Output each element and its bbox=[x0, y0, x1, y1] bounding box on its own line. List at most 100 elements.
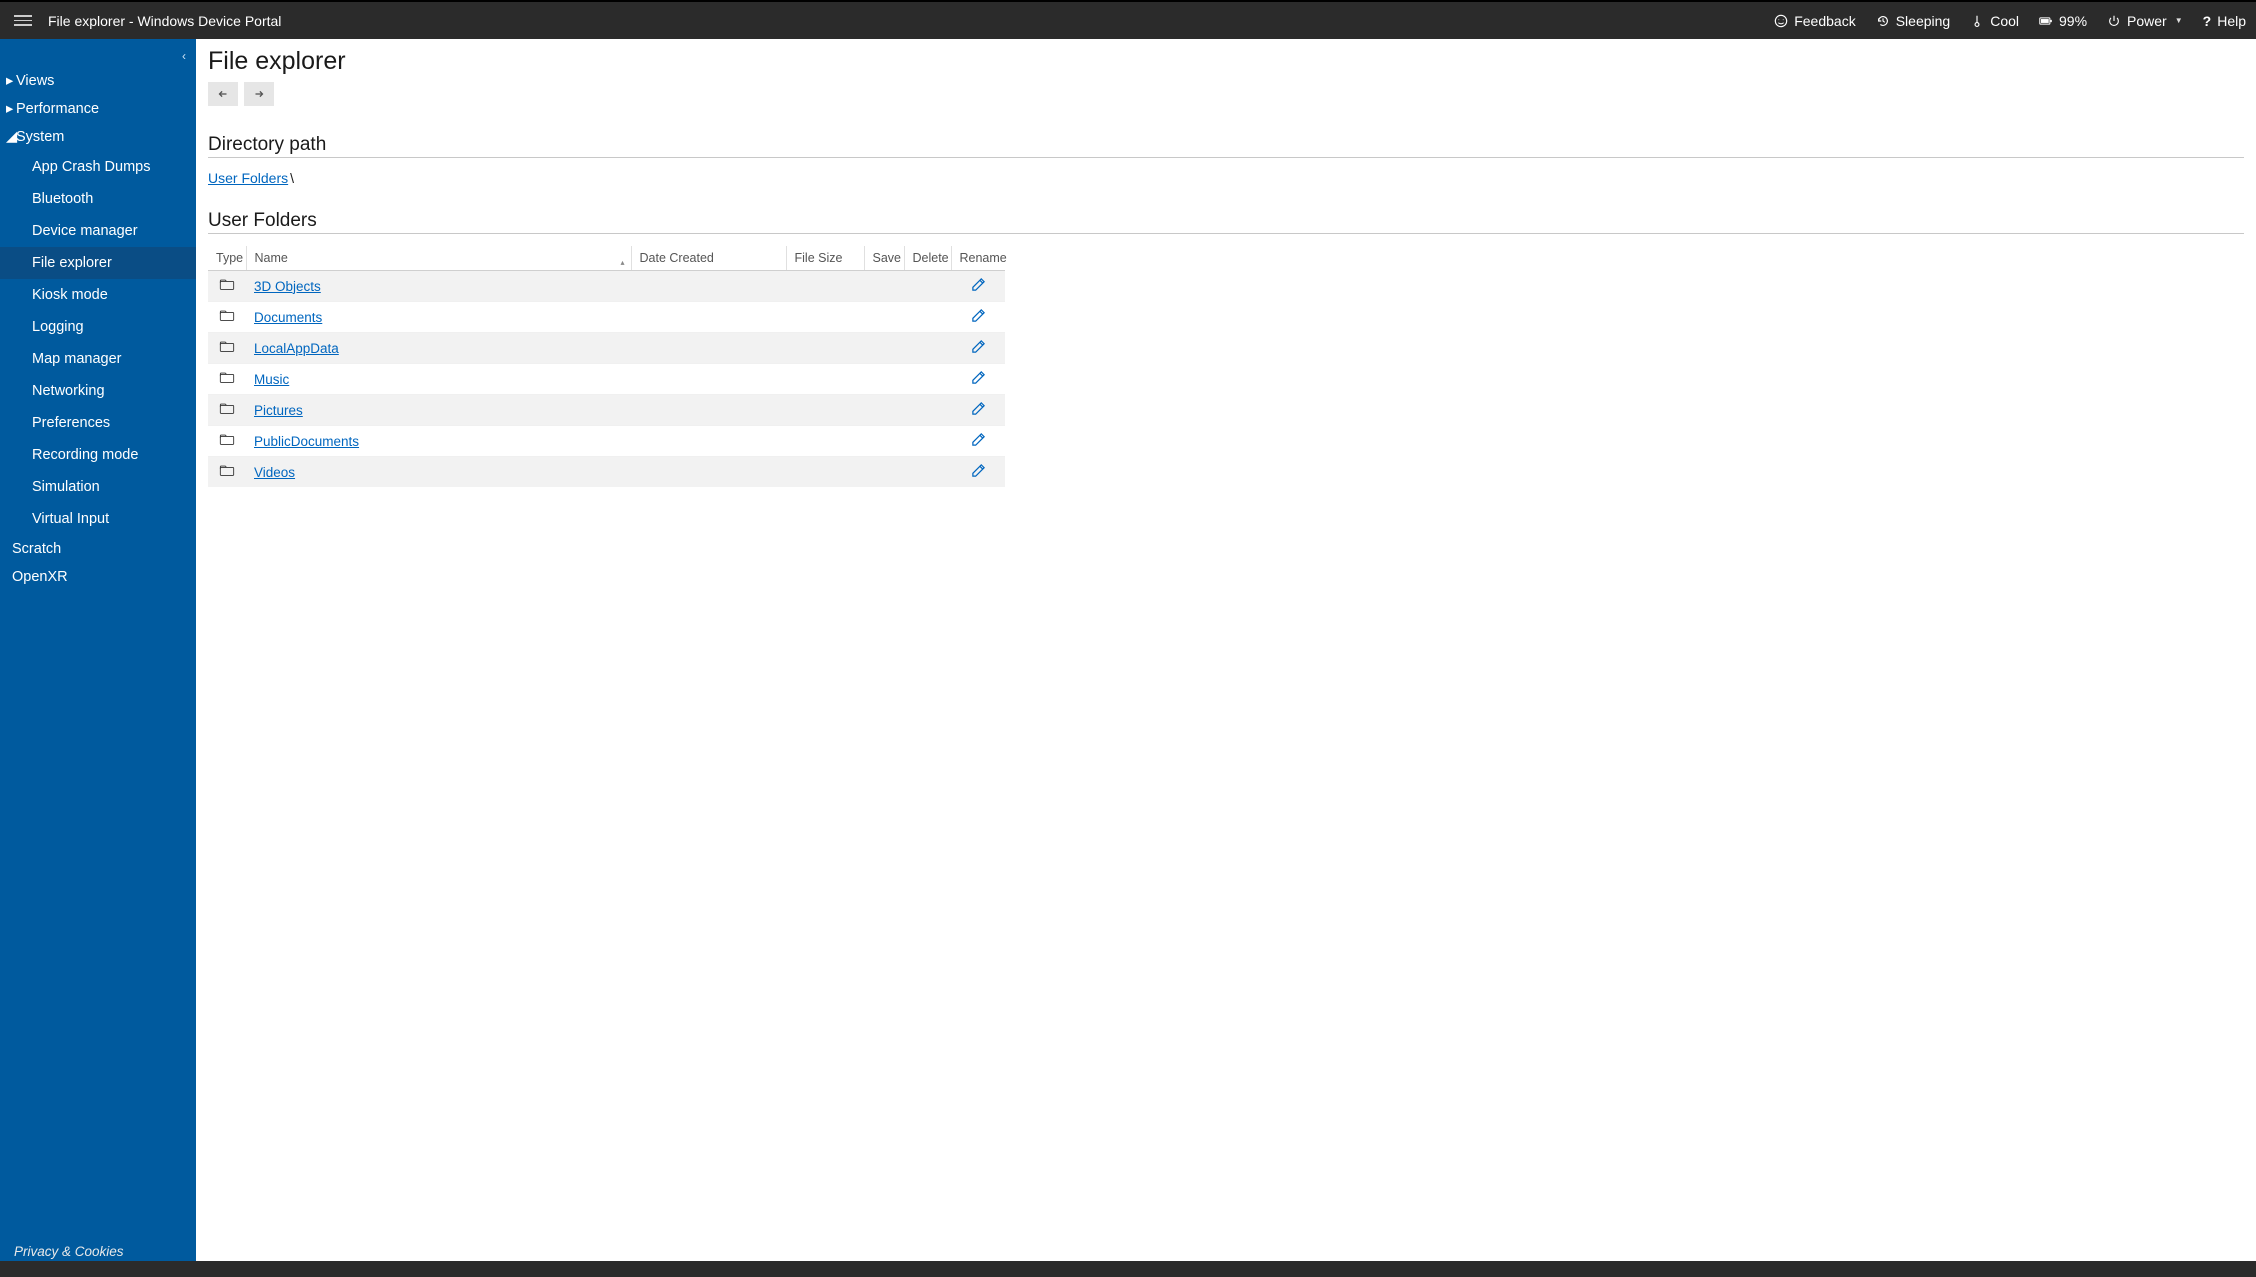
date-cell bbox=[631, 395, 786, 426]
edit-icon[interactable] bbox=[971, 404, 986, 419]
edit-icon[interactable] bbox=[971, 466, 986, 481]
name-cell: Documents bbox=[246, 302, 631, 333]
power-menu[interactable]: Power ▼ bbox=[2107, 13, 2183, 29]
sidebar-label: OpenXR bbox=[12, 569, 68, 585]
temperature-label: Cool bbox=[1990, 13, 2019, 29]
date-cell bbox=[631, 302, 786, 333]
edit-icon[interactable] bbox=[971, 342, 986, 357]
sidebar-item-kiosk-mode[interactable]: Kiosk mode bbox=[0, 279, 196, 311]
sidebar-label: Recording mode bbox=[32, 447, 138, 463]
nav-forward-button[interactable] bbox=[244, 82, 274, 106]
table-row: LocalAppData bbox=[208, 333, 1005, 364]
col-type[interactable]: Type bbox=[208, 246, 246, 271]
sidebar-label: Simulation bbox=[32, 479, 100, 495]
date-cell bbox=[631, 457, 786, 488]
sidebar-label: Virtual Input bbox=[32, 511, 109, 527]
sidebar-item-performance[interactable]: ▸Performance bbox=[0, 95, 196, 123]
sidebar-item-views[interactable]: ▸Views bbox=[0, 67, 196, 95]
col-save[interactable]: Save bbox=[864, 246, 904, 271]
date-cell bbox=[631, 271, 786, 302]
col-size[interactable]: File Size bbox=[786, 246, 864, 271]
sidebar-item-recording-mode[interactable]: Recording mode bbox=[0, 439, 196, 471]
folder-icon bbox=[219, 280, 235, 295]
sidebar-label: Networking bbox=[32, 383, 105, 399]
sidebar-item-scratch[interactable]: Scratch bbox=[0, 535, 196, 563]
sidebar-label: Performance bbox=[16, 101, 99, 117]
folder-link[interactable]: Videos bbox=[254, 465, 295, 480]
folder-link[interactable]: Music bbox=[254, 372, 289, 387]
sidebar-collapse-button[interactable]: ‹ bbox=[182, 49, 186, 63]
sidebar-item-map-manager[interactable]: Map manager bbox=[0, 343, 196, 375]
sidebar: ‹ ▸Views ▸Performance ◢System App Crash … bbox=[0, 39, 196, 1261]
folder-link[interactable]: Documents bbox=[254, 310, 322, 325]
edit-icon[interactable] bbox=[971, 311, 986, 326]
page-footer-bar bbox=[0, 1261, 2256, 1277]
col-name[interactable]: Name bbox=[246, 246, 631, 271]
sleep-status: Sleeping bbox=[1876, 13, 1951, 29]
folder-icon bbox=[219, 435, 235, 450]
size-cell bbox=[786, 364, 864, 395]
history-nav bbox=[208, 82, 2244, 106]
name-cell: PublicDocuments bbox=[246, 426, 631, 457]
name-cell: Videos bbox=[246, 457, 631, 488]
sidebar-item-simulation[interactable]: Simulation bbox=[0, 471, 196, 503]
type-cell bbox=[208, 271, 246, 302]
save-cell bbox=[864, 395, 904, 426]
directory-path-heading: Directory path bbox=[208, 134, 2244, 158]
col-rename[interactable]: Rename bbox=[951, 246, 1005, 271]
sidebar-item-bluetooth[interactable]: Bluetooth bbox=[0, 183, 196, 215]
rename-cell bbox=[951, 426, 1005, 457]
breadcrumb-root-link[interactable]: User Folders bbox=[208, 170, 288, 186]
sidebar-item-logging[interactable]: Logging bbox=[0, 311, 196, 343]
privacy-label: Privacy & Cookies bbox=[14, 1244, 124, 1259]
sidebar-item-file-explorer[interactable]: File explorer bbox=[0, 247, 196, 279]
save-cell bbox=[864, 271, 904, 302]
col-delete[interactable]: Delete bbox=[904, 246, 951, 271]
sidebar-item-preferences[interactable]: Preferences bbox=[0, 407, 196, 439]
save-cell bbox=[864, 426, 904, 457]
sidebar-item-app-crash-dumps[interactable]: App Crash Dumps bbox=[0, 151, 196, 183]
edit-icon[interactable] bbox=[971, 280, 986, 295]
sidebar-label: Scratch bbox=[12, 541, 61, 557]
chevron-right-icon: ▸ bbox=[6, 101, 14, 117]
folder-table: Type Name Date Created File Size Save De… bbox=[208, 246, 1005, 487]
app-header: File explorer - Windows Device Portal Fe… bbox=[0, 2, 2256, 39]
sidebar-item-openxr[interactable]: OpenXR bbox=[0, 563, 196, 591]
delete-cell bbox=[904, 457, 951, 488]
type-cell bbox=[208, 333, 246, 364]
sidebar-item-virtual-input[interactable]: Virtual Input bbox=[0, 503, 196, 535]
col-date[interactable]: Date Created bbox=[631, 246, 786, 271]
chevron-right-icon: ▸ bbox=[6, 73, 14, 89]
table-row: Music bbox=[208, 364, 1005, 395]
table-row: Pictures bbox=[208, 395, 1005, 426]
power-label: Power bbox=[2127, 13, 2167, 29]
edit-icon[interactable] bbox=[971, 435, 986, 450]
name-cell: LocalAppData bbox=[246, 333, 631, 364]
delete-cell bbox=[904, 271, 951, 302]
delete-cell bbox=[904, 364, 951, 395]
folder-link[interactable]: PublicDocuments bbox=[254, 434, 359, 449]
sidebar-item-networking[interactable]: Networking bbox=[0, 375, 196, 407]
size-cell bbox=[786, 271, 864, 302]
folder-link[interactable]: Pictures bbox=[254, 403, 303, 418]
breadcrumb-separator: \ bbox=[290, 170, 294, 186]
privacy-link[interactable]: Privacy & Cookies bbox=[0, 1231, 196, 1261]
help-label: Help bbox=[2217, 13, 2246, 29]
menu-icon[interactable] bbox=[14, 15, 32, 26]
type-cell bbox=[208, 302, 246, 333]
nav-back-button[interactable] bbox=[208, 82, 238, 106]
delete-cell bbox=[904, 395, 951, 426]
folder-link[interactable]: LocalAppData bbox=[254, 341, 339, 356]
size-cell bbox=[786, 395, 864, 426]
folder-list-heading: User Folders bbox=[208, 210, 2244, 234]
size-cell bbox=[786, 333, 864, 364]
sidebar-item-system[interactable]: ◢System bbox=[0, 123, 196, 151]
folder-link[interactable]: 3D Objects bbox=[254, 279, 321, 294]
rename-cell bbox=[951, 395, 1005, 426]
app-title: File explorer - Windows Device Portal bbox=[48, 13, 281, 29]
sidebar-item-device-manager[interactable]: Device manager bbox=[0, 215, 196, 247]
feedback-button[interactable]: Feedback bbox=[1774, 13, 1855, 29]
help-button[interactable]: ? Help bbox=[2203, 13, 2246, 29]
sidebar-label: App Crash Dumps bbox=[32, 159, 150, 175]
edit-icon[interactable] bbox=[971, 373, 986, 388]
